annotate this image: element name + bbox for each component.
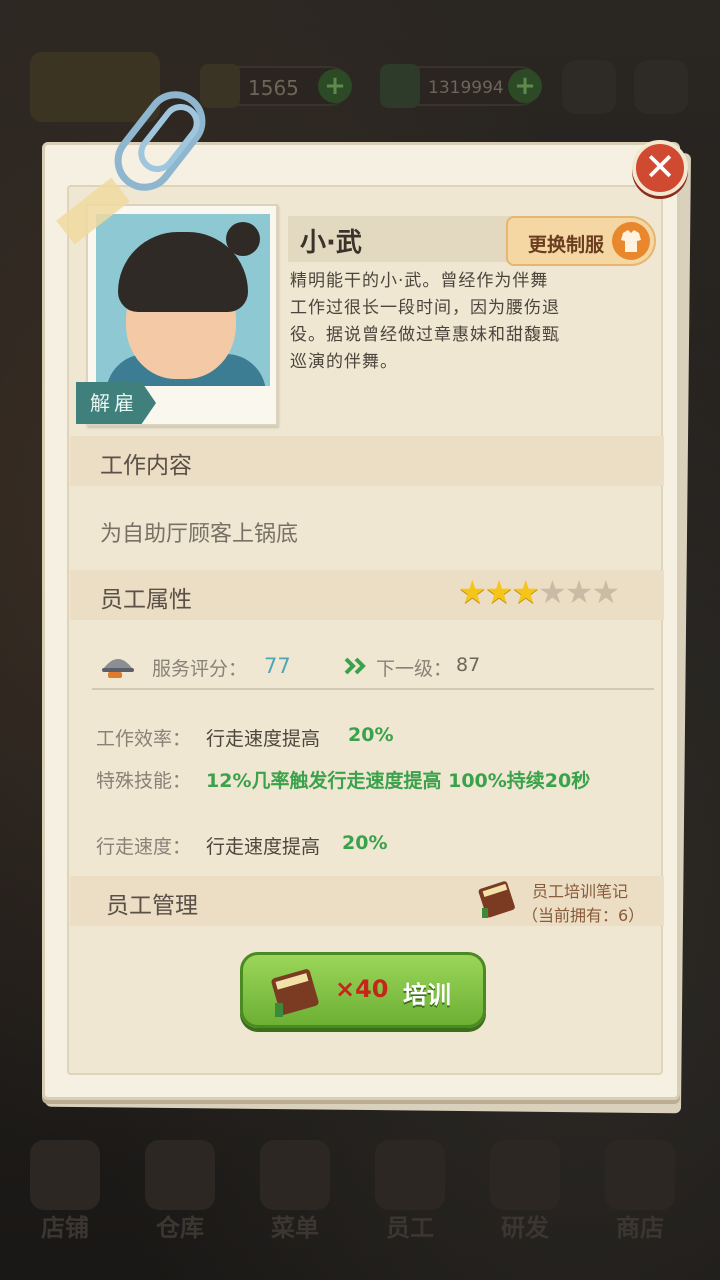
nav-menu[interactable]: 菜单: [240, 1130, 350, 1260]
job-content: 为自助厅顾客上锅底: [100, 522, 299, 547]
service-score-label: 服务评分：: [152, 658, 248, 680]
research-icon: [490, 1140, 560, 1210]
skill-text: 12%几率触发行走速度提高 100%持续20秒: [206, 770, 591, 792]
employee-description: 精明能干的小·武。曾经作为伴舞工作过很长一段时间，因为腰伤退役。据说曾经做过章惠…: [290, 271, 560, 372]
star-empty-icon: ★: [538, 573, 567, 611]
attributes-section-title: 员工属性: [100, 587, 192, 613]
nav-staff-label: 员工: [386, 1214, 434, 1242]
nav-menu-label: 菜单: [271, 1214, 319, 1242]
shop-icon: [605, 1140, 675, 1210]
currency-2-value: 1319994: [428, 78, 504, 98]
portrait-background: [96, 214, 270, 386]
star-rating: ★★★★★★: [458, 573, 621, 611]
store-icon: [30, 1140, 100, 1210]
book-icon: [267, 963, 327, 1025]
employee-name: 小·武: [300, 228, 362, 258]
nav-staff[interactable]: 员工: [355, 1130, 465, 1260]
coin-icon: [200, 64, 240, 108]
training-notes-book-icon: [476, 878, 520, 924]
train-button[interactable]: ×40 培训: [240, 952, 486, 1028]
attributes-divider: [92, 688, 654, 690]
close-button[interactable]: ✕: [632, 140, 688, 196]
cash-icon: [380, 64, 420, 108]
nav-research[interactable]: 研发: [470, 1130, 580, 1260]
star-icon: ★: [484, 573, 514, 611]
service-score-value: 77: [264, 654, 291, 678]
warehouse-icon: [145, 1140, 215, 1210]
speed-label: 行走速度：: [96, 836, 192, 858]
skill-label: 特殊技能：: [96, 770, 192, 792]
currency-1-value: 1565: [248, 76, 299, 100]
nav-shop-label: 商店: [616, 1214, 664, 1242]
change-uniform-button[interactable]: 更换制服: [506, 216, 656, 266]
bottom-nav: 店铺 仓库 菜单 员工 研发 商店: [0, 1130, 720, 1280]
event-badge[interactable]: [30, 52, 160, 122]
management-section-title: 员工管理: [106, 893, 198, 919]
currency-pill-2: 1319994 +: [380, 64, 542, 108]
star-icon: ★: [511, 573, 541, 611]
star-empty-icon: ★: [591, 573, 621, 611]
speed-text: 行走速度提高: [206, 836, 321, 858]
uniform-icon: [612, 222, 650, 260]
nav-research-label: 研发: [501, 1214, 549, 1242]
staff-icon: [375, 1140, 445, 1210]
training-notes-title: 员工培训笔记: [532, 882, 629, 901]
menu-icon: [260, 1140, 330, 1210]
add-currency-1-button[interactable]: +: [318, 69, 352, 103]
nav-store-label: 店铺: [41, 1214, 89, 1242]
nav-warehouse[interactable]: 仓库: [125, 1130, 235, 1260]
efficiency-label: 工作效率：: [96, 728, 192, 750]
next-level-value: 87: [456, 654, 481, 676]
next-level-label: 下一级：: [376, 658, 453, 680]
dismiss-button[interactable]: 解雇: [76, 382, 156, 424]
star-empty-icon: ★: [564, 573, 594, 611]
star-icon: ★: [458, 573, 487, 611]
job-section-title: 工作内容: [100, 453, 192, 479]
serving-tray-icon: [100, 648, 136, 680]
add-currency-2-button[interactable]: +: [508, 69, 542, 103]
speed-value: 20%: [342, 832, 388, 854]
currency-pill-1: 1565 +: [200, 64, 352, 108]
top-resource-bar: 1565 + 1319994 +: [0, 52, 720, 122]
next-level-arrow-icon: [344, 656, 368, 680]
job-section-header: 工作内容: [70, 436, 664, 486]
training-notes-owned: （当前拥有：6）: [522, 906, 645, 925]
nav-warehouse-label: 仓库: [156, 1214, 204, 1242]
train-cost: ×40: [335, 975, 389, 1003]
settings-button[interactable]: [634, 60, 688, 114]
nav-shop[interactable]: 商店: [585, 1130, 695, 1260]
camera-button[interactable]: [562, 60, 616, 114]
portrait-hair-bun: [226, 222, 260, 256]
change-uniform-label: 更换制服: [528, 234, 605, 256]
train-label: 培训: [403, 981, 451, 1009]
efficiency-text: 行走速度提高: [206, 728, 321, 750]
nav-store[interactable]: 店铺: [10, 1130, 120, 1260]
efficiency-value: 20%: [348, 724, 394, 746]
